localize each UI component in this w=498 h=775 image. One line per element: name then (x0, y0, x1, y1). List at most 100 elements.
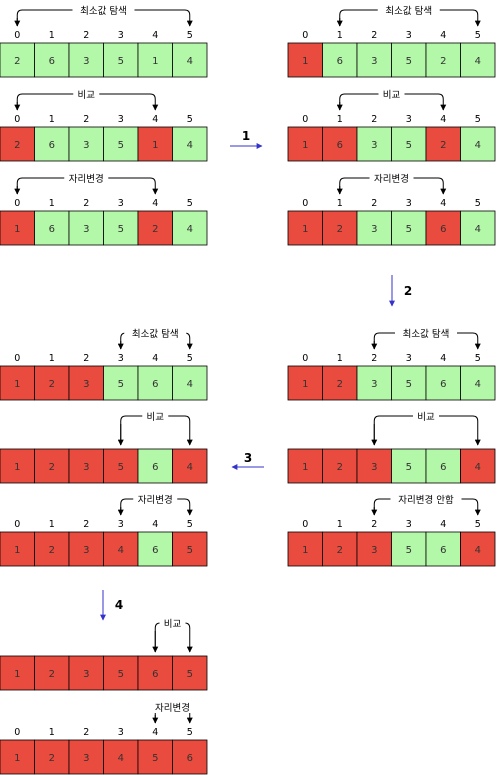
index-label: 4 (152, 198, 158, 209)
cell-value: 3 (83, 379, 89, 390)
cell-value: 5 (406, 545, 412, 556)
index-label: 0 (14, 198, 20, 209)
index-label: 1 (337, 30, 343, 41)
index-label: 1 (337, 353, 343, 364)
bracket-swap: 자리변경 (117, 493, 193, 516)
bracket-search: 최소값 탐색 (336, 4, 481, 27)
cell-value: 2 (152, 224, 158, 235)
index-label: 3 (406, 198, 412, 209)
index-label: 5 (187, 353, 193, 364)
cell-value: 3 (371, 140, 377, 151)
cell-value: 1 (14, 753, 20, 764)
cell-value: 5 (118, 224, 124, 235)
cell-value: 5 (118, 669, 124, 680)
index-label: 4 (440, 353, 446, 364)
cell-value: 6 (440, 545, 446, 556)
index-label: 0 (302, 198, 308, 209)
cell-value: 4 (475, 224, 481, 235)
step-4-arrow: 4 (100, 590, 123, 621)
bracket-search: 최소값 탐색 (371, 327, 481, 350)
index-label: 2 (371, 30, 377, 41)
bracket-compare: 비교 (371, 410, 481, 446)
cell-value: 4 (187, 379, 193, 390)
cell-value: 3 (371, 56, 377, 67)
index-label: 0 (14, 30, 20, 41)
index-label: 1 (337, 198, 343, 209)
cell-value: 2 (440, 56, 446, 67)
array-row: 1 2 3 5 6 4 0 1 2 3 4 5 (287, 353, 496, 401)
index-label: 2 (83, 727, 89, 738)
bracket-swap: 자리변경 (336, 172, 447, 195)
cell-value: 2 (49, 545, 55, 556)
index-label: 2 (83, 353, 89, 364)
cell-value: 6 (152, 462, 158, 473)
index-label: 4 (152, 727, 158, 738)
index-label: 5 (187, 727, 193, 738)
cell-value: 3 (83, 753, 89, 764)
bracket-label: 비교 (417, 412, 435, 423)
cell-value: 6 (49, 56, 55, 67)
array-row: 1 2 3 5 6 4 0 1 2 3 4 5 (0, 353, 208, 401)
cell-value: 6 (152, 669, 158, 680)
cell-value: 1 (14, 669, 20, 680)
cell-value: 6 (337, 140, 343, 151)
bracket-label: 최소값 탐색 (132, 328, 179, 340)
cell-value: 3 (371, 379, 377, 390)
cell-value: 2 (337, 462, 343, 473)
index-label: 2 (83, 519, 89, 530)
cell-value: 4 (475, 379, 481, 390)
index-label: 3 (118, 198, 124, 209)
cell-value: 6 (49, 140, 55, 151)
cell-value: 5 (118, 56, 124, 67)
index-label: 3 (406, 353, 412, 364)
step-3-label: 3 (244, 451, 252, 465)
index-label: 0 (14, 114, 20, 125)
cell-value: 4 (118, 753, 124, 764)
index-label: 5 (475, 114, 481, 125)
cell-value: 1 (302, 140, 308, 151)
bracket-compare: 비교 (117, 410, 193, 446)
index-label: 2 (83, 198, 89, 209)
index-label: 1 (49, 198, 55, 209)
index-label: 5 (187, 198, 193, 209)
index-label: 4 (440, 30, 446, 41)
bracket-label: 비교 (147, 412, 165, 423)
cell-value: 4 (187, 462, 193, 473)
index-label: 0 (14, 519, 20, 530)
index-label: 5 (187, 519, 193, 530)
cell-value: 1 (302, 462, 308, 473)
bracket-compare: 비교 (14, 88, 159, 111)
cell-value: 1 (302, 56, 308, 67)
cell-value: 3 (371, 224, 377, 235)
index-label: 4 (440, 519, 446, 530)
cell-value: 5 (118, 462, 124, 473)
array-row: 2 6 3 5 1 4 0 1 2 3 4 5 (0, 30, 208, 78)
index-label: 4 (152, 30, 158, 41)
cell-value: 2 (337, 379, 343, 390)
cell-value: 6 (49, 224, 55, 235)
index-label: 1 (49, 519, 55, 530)
cell-value: 3 (83, 462, 89, 473)
cell-value: 3 (83, 140, 89, 151)
cell-value: 1 (14, 462, 20, 473)
cell-value: 1 (152, 56, 158, 67)
index-label: 2 (371, 519, 377, 530)
index-label: 5 (475, 519, 481, 530)
cell-value: 6 (440, 224, 446, 235)
index-label: 0 (302, 114, 308, 125)
array-row: 1 2 3 5 6 5 (0, 655, 208, 691)
cell-value: 4 (187, 224, 193, 235)
array-row: 1 6 3 5 2 4 0 1 2 3 4 5 (287, 30, 496, 78)
index-label: 5 (187, 114, 193, 125)
cell-value: 5 (406, 462, 412, 473)
cell-value: 5 (152, 753, 158, 764)
bracket-label: 비교 (383, 90, 401, 101)
index-label: 3 (118, 727, 124, 738)
index-label: 5 (475, 30, 481, 41)
index-label: 4 (152, 519, 158, 530)
index-label: 1 (337, 519, 343, 530)
cell-value: 1 (302, 545, 308, 556)
bracket-compare: 비교 (152, 617, 193, 653)
index-label: 2 (83, 114, 89, 125)
bracket-search: 최소값 탐색 (117, 327, 193, 350)
